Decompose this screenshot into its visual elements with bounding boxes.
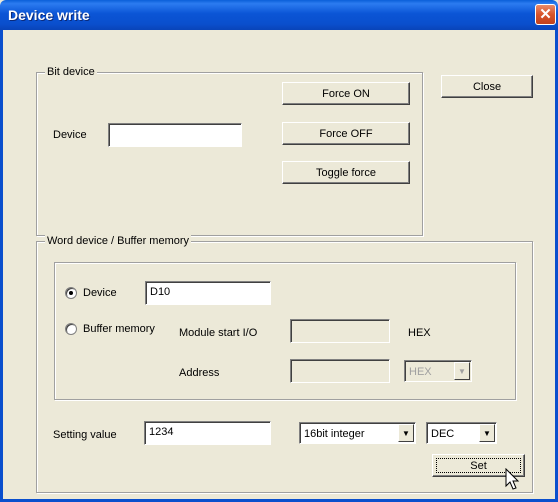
word-device-input[interactable]: D10 xyxy=(145,281,271,305)
bit-device-group-label: Bit device xyxy=(45,65,97,79)
number-format-value: DEC xyxy=(431,428,455,440)
dialog-body: Bit device Device Force ON Force OFF Tog… xyxy=(0,30,558,502)
address-input[interactable] xyxy=(290,359,390,383)
force-on-button[interactable]: Force ON xyxy=(282,82,410,105)
title-bar: Device write ✕ xyxy=(0,0,558,30)
address-label: Address xyxy=(179,367,220,379)
dropdown-arrow-icon[interactable]: ▼ xyxy=(454,362,470,380)
buffer-memory-radio-label[interactable]: Buffer memory xyxy=(83,322,155,336)
close-button[interactable]: Close xyxy=(441,75,533,98)
bit-device-label: Device xyxy=(53,129,87,141)
module-start-hex-label: HEX xyxy=(408,327,431,339)
module-start-io-label: Module start I/O xyxy=(179,327,258,339)
address-format-value: HEX xyxy=(409,366,432,378)
mouse-pointer-icon xyxy=(505,468,520,490)
module-start-io-input[interactable] xyxy=(290,319,390,343)
setting-value-input[interactable]: 1234 xyxy=(144,421,271,445)
dropdown-arrow-icon[interactable]: ▼ xyxy=(398,424,414,442)
force-off-button[interactable]: Force OFF xyxy=(282,122,410,145)
device-radio-selected-dot xyxy=(69,291,73,295)
data-type-select[interactable]: 16bit integer ▼ xyxy=(299,422,416,444)
device-radio-label[interactable]: Device xyxy=(83,286,117,300)
window-close-icon[interactable]: ✕ xyxy=(535,4,556,25)
device-radio[interactable] xyxy=(65,287,77,299)
window-title: Device write xyxy=(8,7,90,23)
setting-value-label: Setting value xyxy=(53,429,117,441)
buffer-memory-radio[interactable] xyxy=(65,323,77,335)
bit-device-input[interactable] xyxy=(108,123,242,147)
toggle-force-button[interactable]: Toggle force xyxy=(282,161,410,184)
data-type-value: 16bit integer xyxy=(304,428,365,440)
word-device-group-label: Word device / Buffer memory xyxy=(45,234,192,248)
address-format-select[interactable]: HEX ▼ xyxy=(404,360,472,382)
dropdown-arrow-icon[interactable]: ▼ xyxy=(479,424,495,442)
number-format-select[interactable]: DEC ▼ xyxy=(426,422,497,444)
set-button-label: Set xyxy=(470,459,487,472)
